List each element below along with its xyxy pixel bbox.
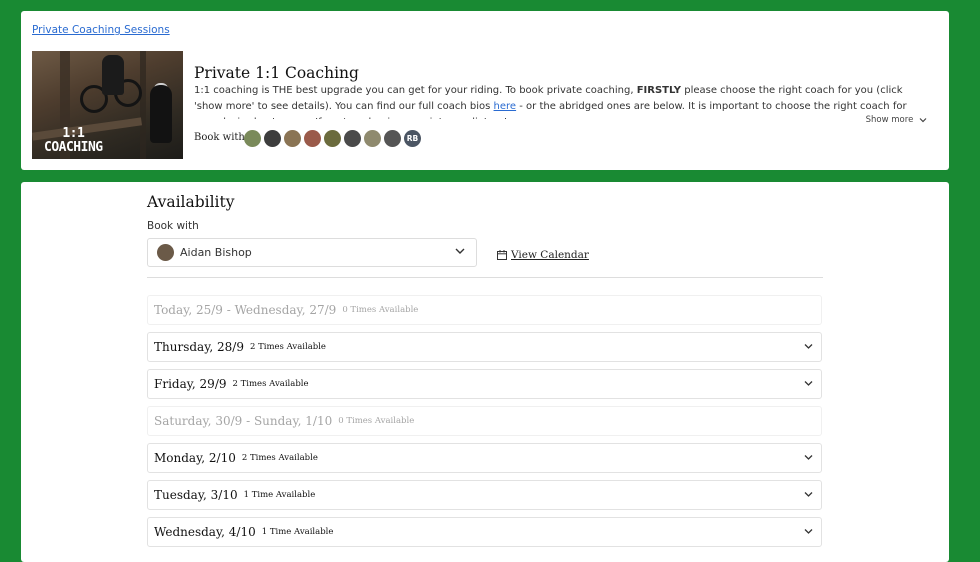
coach-avatar[interactable] <box>304 130 321 147</box>
day-label: Thursday, 28/9 <box>154 340 244 354</box>
avatar <box>157 244 174 261</box>
day-label: Friday, 29/9 <box>154 377 227 391</box>
book-with-label: Book with <box>147 220 199 232</box>
day-label: Saturday, 30/9 - Sunday, 1/10 <box>154 414 333 428</box>
chevron-down-icon <box>919 117 927 122</box>
day-row[interactable]: Tuesday, 3/10 1 Time Available <box>147 480 822 510</box>
coach-avatar[interactable] <box>284 130 301 147</box>
chevron-down-icon <box>804 492 813 497</box>
book-with-label: Book with <box>194 132 245 143</box>
coach-avatar[interactable] <box>364 130 381 147</box>
availability-card: Availability Book with Aidan Bishop View… <box>21 182 949 562</box>
coach-avatar[interactable] <box>264 130 281 147</box>
coach-select[interactable]: Aidan Bishop <box>147 238 477 267</box>
divider <box>147 277 823 278</box>
coach-avatar[interactable] <box>244 130 261 147</box>
day-row[interactable]: Wednesday, 4/10 1 Time Available <box>147 517 822 547</box>
coach-avatar[interactable] <box>384 130 401 147</box>
availability-title: Availability <box>147 193 235 211</box>
service-description: 1:1 coaching is THE best upgrade you can… <box>194 85 907 119</box>
chevron-down-icon <box>455 248 465 254</box>
selected-coach-name: Aidan Bishop <box>180 246 252 259</box>
show-more-button[interactable]: Show more <box>866 115 927 125</box>
day-row[interactable]: Thursday, 28/9 2 Times Available <box>147 332 822 362</box>
view-calendar-link[interactable]: View Calendar <box>497 249 589 261</box>
calendar-icon <box>497 250 507 260</box>
chevron-down-icon <box>804 344 813 349</box>
coach-bios-link[interactable]: here <box>494 101 517 112</box>
page-title: Private 1:1 Coaching <box>194 64 359 82</box>
day-label: Today, 25/9 - Wednesday, 27/9 <box>154 303 337 317</box>
hero-caption: 1:1 COACHING <box>44 126 103 155</box>
availability-count: 2 Times Available <box>241 453 318 463</box>
day-label: Tuesday, 3/10 <box>154 488 238 502</box>
coach-avatar[interactable] <box>324 130 341 147</box>
day-list: Today, 25/9 - Wednesday, 27/9 0 Times Ava… <box>147 295 822 554</box>
availability-count: 1 Time Available <box>261 527 334 537</box>
day-row[interactable]: Monday, 2/10 2 Times Available <box>147 443 822 473</box>
chevron-down-icon <box>804 381 813 386</box>
availability-count: 2 Times Available <box>232 379 309 389</box>
coach-avatar[interactable]: RB <box>404 130 421 147</box>
chevron-down-icon <box>804 529 813 534</box>
day-label: Wednesday, 4/10 <box>154 525 256 539</box>
breadcrumb-link[interactable]: Private Coaching Sessions <box>32 24 170 36</box>
service-header-card: Private Coaching Sessions 1:1 COACHING P… <box>21 11 949 170</box>
availability-count: 1 Time Available <box>243 490 316 500</box>
hero-image: 1:1 COACHING <box>32 51 183 159</box>
coach-avatar-list: RB <box>244 130 421 147</box>
coach-avatar[interactable] <box>344 130 361 147</box>
availability-count: 0 Times Available <box>342 305 419 315</box>
day-row: Saturday, 30/9 - Sunday, 1/10 0 Times Ava… <box>147 406 822 436</box>
day-row: Today, 25/9 - Wednesday, 27/9 0 Times Ava… <box>147 295 822 325</box>
day-label: Monday, 2/10 <box>154 451 236 465</box>
day-row[interactable]: Friday, 29/9 2 Times Available <box>147 369 822 399</box>
chevron-down-icon <box>804 455 813 460</box>
availability-count: 0 Times Available <box>338 416 415 426</box>
availability-count: 2 Times Available <box>249 342 326 352</box>
